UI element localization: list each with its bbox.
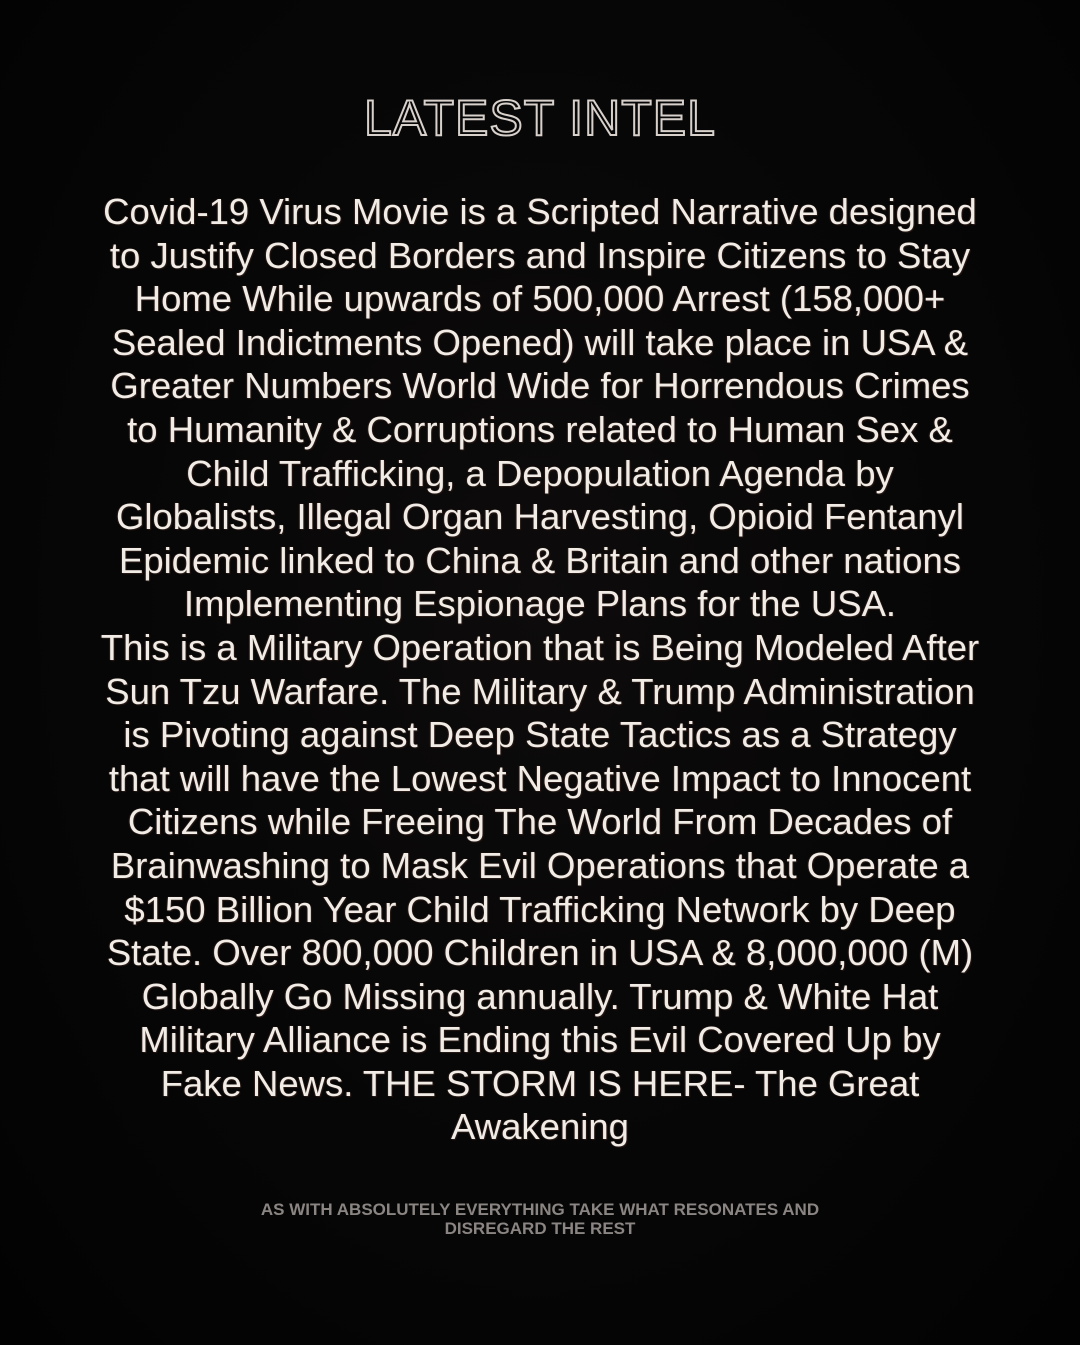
body-line: Sun Tzu Warfare. The Military & Trump Ad… xyxy=(105,670,975,712)
body-line: Implementing Espionage Plans for the USA… xyxy=(183,583,897,625)
body-line: State. Over 800,000 Children in USA & 8,… xyxy=(106,932,974,974)
body-line: Epidemic linked to China & Britain and o… xyxy=(118,539,961,581)
footer-line: AS WITH ABSOLUTELY EVERYTHING TAKE WHAT … xyxy=(260,1200,820,1219)
body-line: Covid-19 Virus Movie is a Scripted Narra… xyxy=(103,191,977,232)
body-line: Citizens while Freeing The World From De… xyxy=(127,801,953,843)
body-line: Brainwashing to Mask Evil Operations tha… xyxy=(110,844,970,886)
body-line: that will have the Lowest Negative Impac… xyxy=(108,757,972,799)
body-line: Sealed Indictments Opened) will take pla… xyxy=(111,321,969,363)
body-line: is Pivoting against Deep State Tactics a… xyxy=(123,714,957,756)
body-line: Awakening xyxy=(451,1106,629,1148)
body-line: $150 Billion Year Child Trafficking Netw… xyxy=(124,888,956,930)
body-line: Greater Numbers World Wide for Horrendou… xyxy=(110,365,970,407)
footer-line: DISREGARD THE REST xyxy=(444,1219,636,1238)
body-line: Home While upwards of 500,000 Arrest (15… xyxy=(134,278,946,320)
page: LATEST INTEL Covid-19 Virus Movie is a S… xyxy=(0,0,1080,1345)
body-line: Globally Go Missing annually. Trump & Wh… xyxy=(141,975,939,1017)
body-line: Fake News. THE STORM IS HERE- The Great xyxy=(160,1062,920,1104)
body-line: Globalists, Illegal Organ Harvesting, Op… xyxy=(115,496,965,538)
body-line: Child Trafficking, a Depopulation Agenda… xyxy=(186,452,894,494)
body-text: Covid-19 Virus Movie is a Scripted Narra… xyxy=(8,190,1072,1149)
page-title: LATEST INTEL xyxy=(363,89,716,147)
body-line: to Humanity & Corruptions related to Hum… xyxy=(127,408,953,450)
body-line: to Justify Closed Borders and Inspire Ci… xyxy=(109,234,971,276)
body-line: This is a Military Operation that is Bei… xyxy=(100,626,980,668)
footer-disclaimer: AS WITH ABSOLUTELY EVERYTHING TAKE WHAT … xyxy=(0,1200,1080,1238)
body-line: Military Alliance is Ending this Evil Co… xyxy=(139,1019,941,1061)
